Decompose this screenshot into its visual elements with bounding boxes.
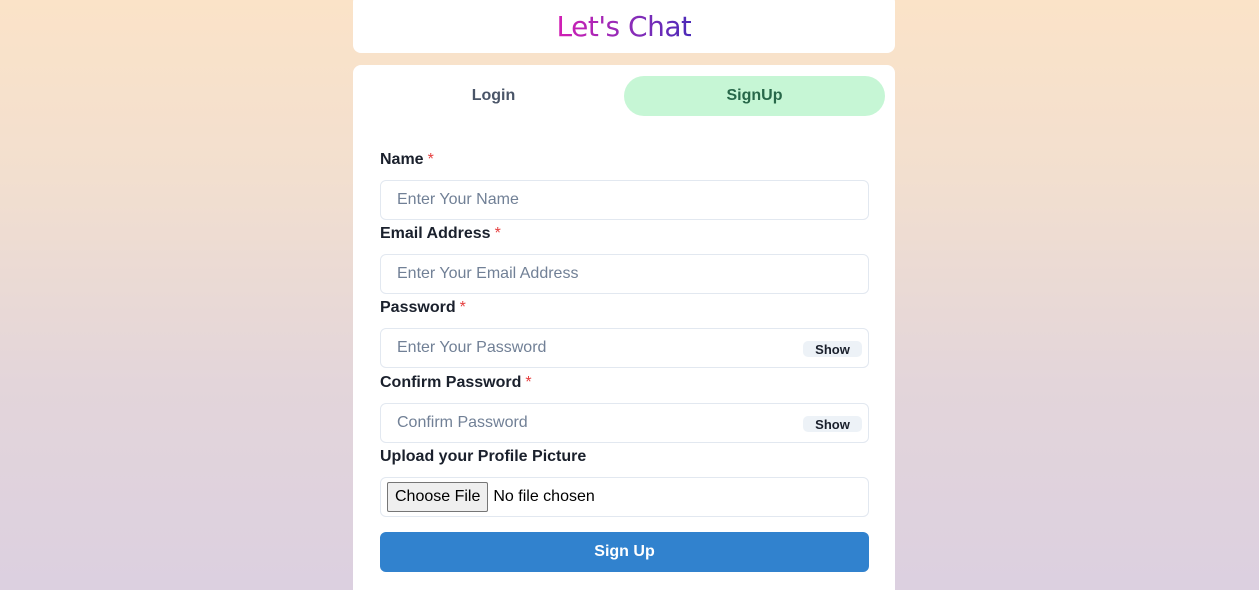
- confirm-password-label-text: Confirm Password: [380, 374, 522, 391]
- confirm-password-input[interactable]: [381, 404, 868, 442]
- required-mark: *: [459, 299, 466, 316]
- name-label: Name *: [380, 151, 434, 169]
- password-input[interactable]: [381, 329, 868, 367]
- confirm-password-field: Show: [380, 403, 869, 443]
- app-header: Let's Chat: [353, 0, 895, 53]
- name-label-text: Name: [380, 151, 424, 168]
- show-confirm-password-button[interactable]: Show: [803, 416, 862, 432]
- confirm-password-label: Confirm Password *: [380, 374, 532, 392]
- profile-picture-field: Choose File No file chosen: [380, 477, 869, 517]
- file-status: No file chosen: [493, 488, 595, 505]
- password-label: Password *: [380, 299, 466, 317]
- name-field: [380, 180, 869, 220]
- email-label-text: Email Address: [380, 225, 491, 242]
- auth-tabs: Login SignUp: [363, 76, 885, 116]
- tab-signup[interactable]: SignUp: [624, 76, 885, 116]
- password-label-text: Password: [380, 299, 456, 316]
- show-password-button[interactable]: Show: [803, 341, 862, 357]
- required-mark: *: [427, 151, 434, 168]
- email-input[interactable]: [381, 255, 868, 293]
- email-field: [380, 254, 869, 294]
- required-mark: *: [494, 225, 501, 242]
- profile-picture-label: Upload your Profile Picture: [380, 448, 587, 465]
- app-title: Let's Chat: [556, 10, 692, 43]
- sign-up-button[interactable]: Sign Up: [380, 532, 869, 572]
- auth-card: Login SignUp Name* Email Address* Passwo…: [353, 65, 895, 590]
- name-input[interactable]: [381, 181, 868, 219]
- required-mark: *: [525, 374, 532, 391]
- password-field: Show: [380, 328, 869, 368]
- email-label: Email Address *: [380, 225, 501, 243]
- tab-login[interactable]: Login: [363, 76, 624, 116]
- choose-file-button[interactable]: Choose File: [387, 482, 489, 512]
